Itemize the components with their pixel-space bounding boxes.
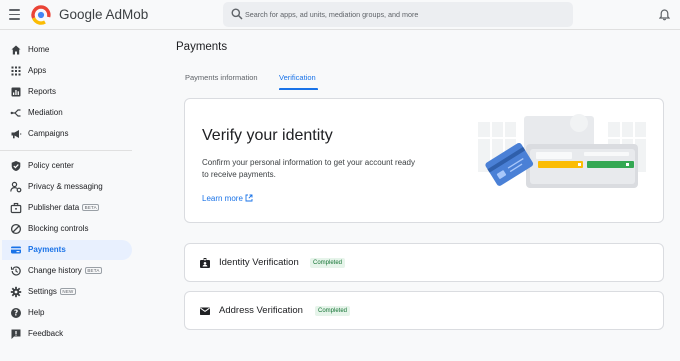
gear-icon bbox=[10, 286, 22, 298]
sidebar-item-label: Privacy & messaging bbox=[28, 182, 103, 191]
admob-logo-icon bbox=[31, 5, 51, 25]
sidebar-item-label: Home bbox=[28, 45, 50, 54]
sidebar-item-label: Help bbox=[28, 308, 45, 317]
sidebar-item-publisher-data[interactable]: Publisher data BETA bbox=[2, 198, 132, 218]
sidebar-item-label: Blocking controls bbox=[28, 224, 89, 233]
new-badge: NEW bbox=[59, 288, 77, 295]
sidebar-item-text: Publisher data bbox=[28, 203, 80, 212]
beta-badge: BETA bbox=[82, 204, 100, 211]
status-badge: Completed bbox=[315, 306, 351, 316]
sidebar-item-label: Campaigns bbox=[28, 129, 69, 138]
brand-name: Google AdMob bbox=[59, 7, 149, 22]
search-input[interactable]: Search for apps, ad units, mediation gro… bbox=[245, 10, 418, 19]
sidebar-item-reports[interactable]: Reports bbox=[2, 82, 132, 102]
sidebar-item-text: Settings bbox=[28, 287, 57, 296]
sidebar-item-change-history[interactable]: Change history BETA bbox=[2, 261, 132, 281]
sidebar-item-apps[interactable]: Apps bbox=[2, 61, 132, 81]
sidebar-item-mediation[interactable]: Mediation bbox=[2, 103, 132, 123]
sidebar-divider bbox=[0, 150, 132, 151]
feedback-icon bbox=[11, 329, 21, 339]
payments-icon bbox=[11, 246, 21, 254]
wallet-illustration bbox=[478, 114, 646, 188]
home-icon bbox=[11, 45, 21, 55]
shield-check-icon bbox=[11, 161, 21, 171]
sidebar-item-feedback[interactable]: Feedback bbox=[2, 324, 132, 344]
active-tab-indicator bbox=[279, 88, 318, 90]
mail-icon bbox=[200, 307, 210, 315]
identity-verification-row[interactable]: Identity Verification Completed bbox=[184, 243, 664, 282]
sidebar-item-label: Publisher data BETA bbox=[28, 203, 100, 212]
sidebar-item-label: Settings NEW bbox=[28, 287, 77, 296]
top-app-bar: Google AdMob Search for apps, ad units, … bbox=[0, 0, 680, 30]
sidebar-item-label: Apps bbox=[28, 66, 47, 75]
svg-text:?: ? bbox=[14, 309, 18, 318]
mediation-icon bbox=[10, 109, 21, 117]
sidebar-item-help[interactable]: ? Help bbox=[2, 303, 132, 323]
learn-more-link[interactable]: Learn more bbox=[202, 194, 253, 203]
reports-icon bbox=[11, 87, 21, 97]
tab-verification[interactable]: Verification bbox=[279, 73, 316, 82]
hero-title: Verify your identity bbox=[202, 127, 333, 144]
notifications-bell-icon[interactable] bbox=[659, 9, 670, 21]
beta-badge: BETA bbox=[84, 267, 103, 274]
history-icon bbox=[10, 266, 21, 276]
briefcase-icon bbox=[10, 202, 22, 214]
sidebar-item-policy-center[interactable]: Policy center bbox=[2, 156, 132, 176]
megaphone-icon bbox=[11, 130, 22, 139]
search-icon bbox=[231, 8, 243, 20]
sidebar-nav: Home Apps Reports Mediation Campaigns Po… bbox=[0, 30, 140, 361]
sidebar-item-label: Change history BETA bbox=[28, 266, 103, 275]
sidebar-item-home[interactable]: Home bbox=[2, 40, 132, 60]
sidebar-item-text: Change history bbox=[28, 266, 82, 275]
learn-more-text: Learn more bbox=[202, 194, 243, 203]
sidebar-item-label: Policy center bbox=[28, 161, 74, 170]
tab-payments-information[interactable]: Payments information bbox=[185, 73, 258, 82]
address-verification-label: Address Verification bbox=[219, 305, 303, 316]
sidebar-item-label: Reports bbox=[28, 87, 57, 96]
page-title: Payments bbox=[176, 41, 228, 53]
help-icon: ? bbox=[11, 308, 21, 318]
external-link-icon bbox=[245, 194, 253, 202]
sidebar-item-settings[interactable]: Settings NEW bbox=[2, 282, 132, 302]
id-badge-icon bbox=[200, 258, 210, 268]
sidebar-item-label: Payments bbox=[28, 245, 66, 254]
person-settings-icon bbox=[10, 181, 22, 193]
sidebar-item-privacy-messaging[interactable]: Privacy & messaging bbox=[2, 177, 132, 197]
search-bar[interactable]: Search for apps, ad units, mediation gro… bbox=[223, 2, 573, 27]
sidebar-item-label: Feedback bbox=[28, 329, 64, 338]
address-verification-row[interactable]: Address Verification Completed bbox=[184, 291, 664, 330]
sidebar-item-blocking-controls[interactable]: Blocking controls bbox=[2, 219, 132, 239]
verify-identity-card: Verify your identity Confirm your person… bbox=[184, 98, 664, 223]
block-icon bbox=[10, 223, 22, 235]
sidebar-item-label: Mediation bbox=[28, 108, 63, 117]
status-badge: Completed bbox=[310, 258, 346, 268]
identity-verification-label: Identity Verification bbox=[219, 257, 299, 268]
hamburger-menu-icon[interactable] bbox=[9, 9, 21, 20]
apps-grid-icon bbox=[11, 66, 21, 76]
sidebar-item-payments[interactable]: Payments bbox=[2, 240, 132, 260]
sidebar-item-campaigns[interactable]: Campaigns bbox=[2, 124, 132, 144]
hero-description: Confirm your personal information to get… bbox=[202, 158, 415, 179]
